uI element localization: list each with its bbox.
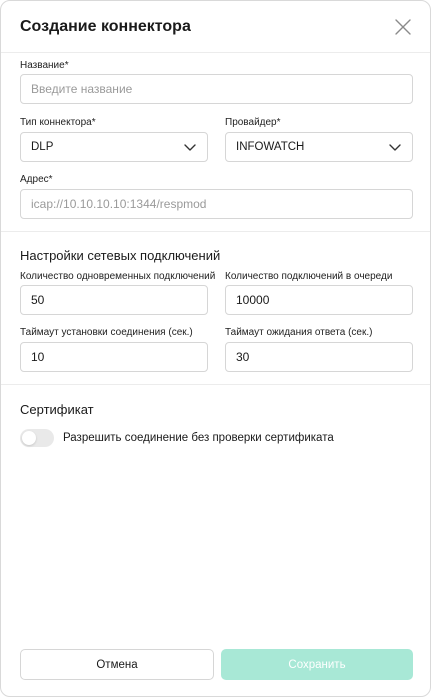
section-divider [1, 384, 430, 385]
address-input[interactable] [20, 189, 413, 219]
certificate-section-title: Сертификат [20, 402, 94, 417]
queue-connections-input[interactable] [225, 285, 413, 315]
create-connector-dialog: Создание коннектора Название* Тип коннек… [0, 0, 431, 697]
dialog-header: Создание коннектора [1, 1, 430, 53]
save-button[interactable]: Сохранить [221, 649, 413, 680]
concurrent-connections-label: Количество одновременных подключений [20, 271, 216, 282]
connect-timeout-input[interactable] [20, 342, 208, 372]
cancel-button[interactable]: Отмена [20, 649, 214, 680]
connect-timeout-label: Таймаут установки соединения (сек.) [20, 327, 193, 338]
connector-type-label: Тип коннектора* [20, 117, 96, 128]
connector-type-value: DLP [31, 141, 54, 153]
connector-type-select[interactable]: DLP [20, 132, 208, 162]
queue-connections-label: Количество подключений в очереди [225, 271, 393, 282]
provider-label: Провайдер* [225, 117, 281, 128]
response-timeout-label: Таймаут ожидания ответа (сек.) [225, 327, 373, 338]
section-divider [1, 231, 430, 232]
close-icon [395, 19, 411, 35]
provider-value: INFOWATCH [236, 141, 305, 153]
name-input[interactable] [20, 74, 413, 104]
skip-cert-check-toggle[interactable] [20, 429, 54, 447]
response-timeout-input[interactable] [225, 342, 413, 372]
chevron-down-icon [184, 144, 196, 151]
network-section-title: Настройки сетевых подключений [20, 248, 221, 263]
skip-cert-check-label: Разрешить соединение без проверки сертиф… [63, 432, 334, 444]
name-label: Название* [20, 60, 69, 71]
dialog-title: Создание коннектора [20, 18, 191, 35]
provider-select[interactable]: INFOWATCH [225, 132, 413, 162]
address-label: Адрес* [20, 174, 53, 185]
concurrent-connections-input[interactable] [20, 285, 208, 315]
close-button[interactable] [394, 18, 412, 36]
toggle-knob [22, 431, 36, 445]
chevron-down-icon [389, 144, 401, 151]
